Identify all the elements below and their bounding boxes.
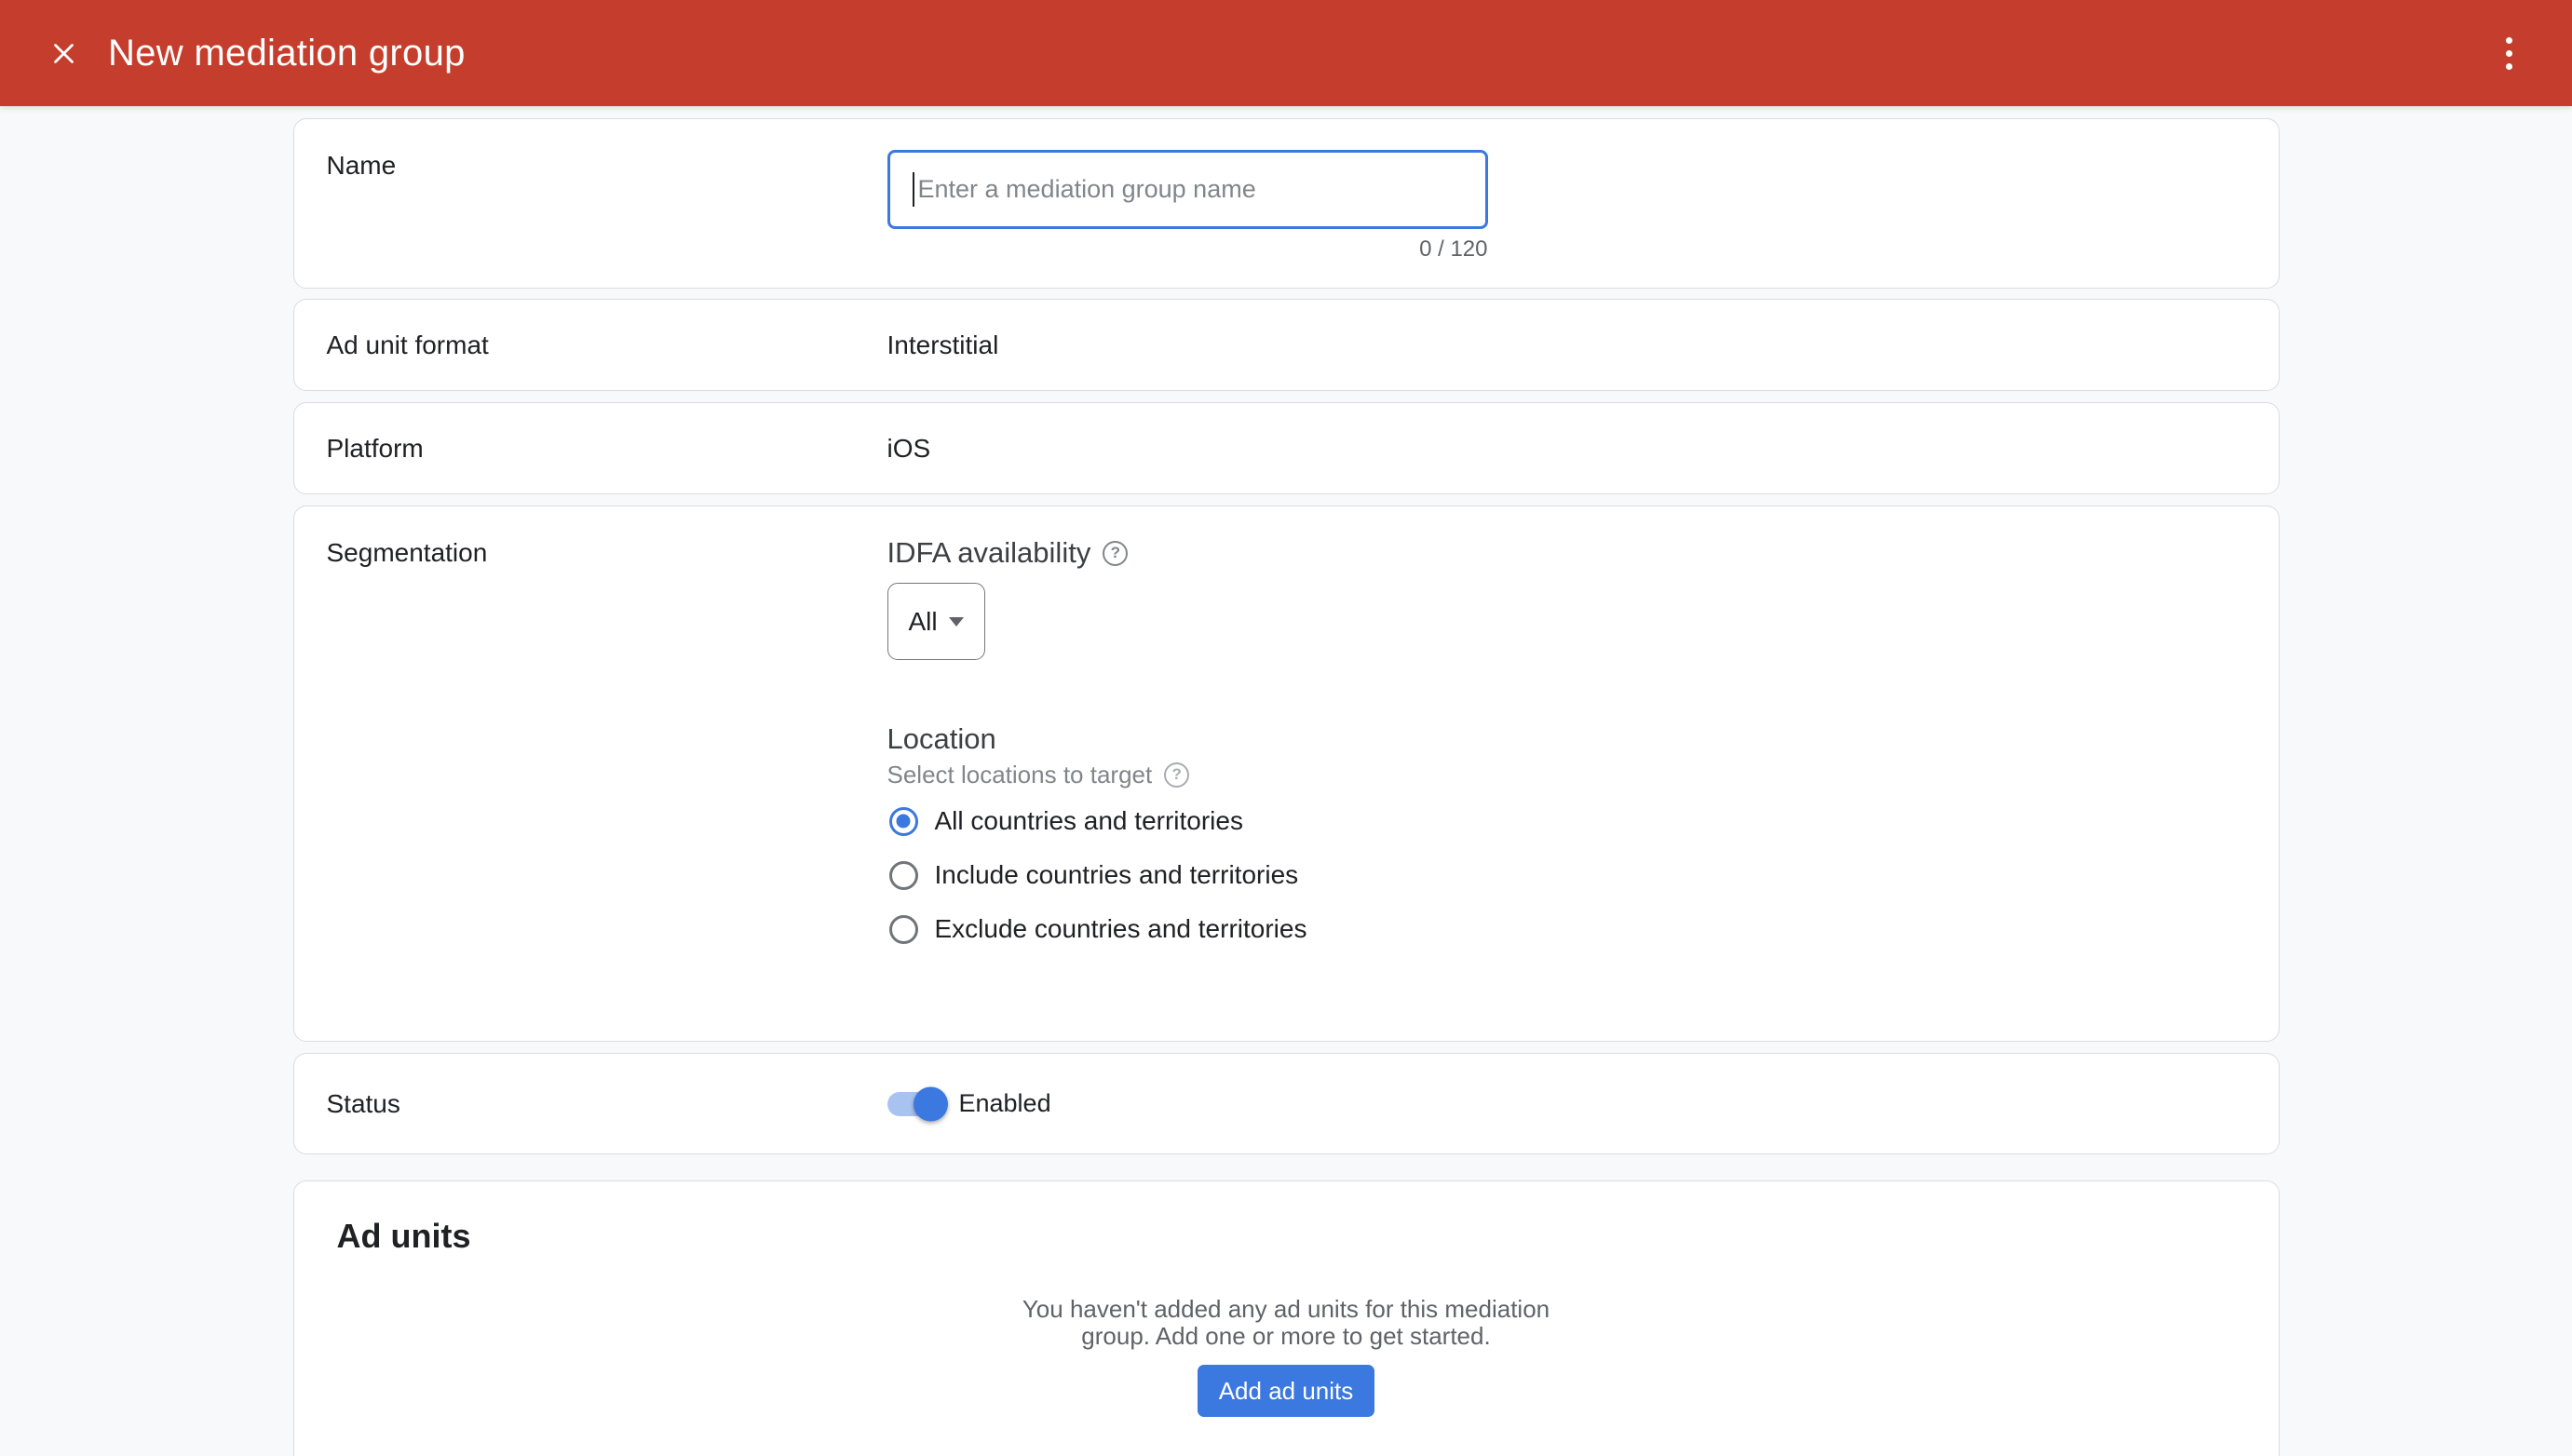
form-content: Name 0 / 120 Ad unit format Interstitial xyxy=(293,118,2280,1456)
add-ad-units-button[interactable]: Add ad units xyxy=(1198,1365,1375,1417)
radio-button-icon[interactable] xyxy=(889,807,918,836)
empty-state-line2: group. Add one or more to get started. xyxy=(337,1323,2236,1350)
platform-value: iOS xyxy=(887,434,2246,464)
radio-exclude-countries[interactable]: Exclude countries and territories xyxy=(889,909,2246,950)
status-toggle[interactable] xyxy=(887,1092,945,1116)
idfa-availability-select[interactable]: All xyxy=(887,583,985,660)
segmentation-card: Segmentation IDFA availability ? All Loc… xyxy=(293,506,2280,1042)
name-input-column: 0 / 120 xyxy=(887,119,1488,288)
kebab-dot xyxy=(2506,37,2512,44)
app-bar: New mediation group xyxy=(0,0,2572,106)
close-icon[interactable] xyxy=(45,34,82,72)
add-ad-units-row: Add ad units xyxy=(337,1365,2236,1417)
radio-all-countries[interactable]: All countries and territories xyxy=(889,801,2246,842)
kebab-dot xyxy=(2506,63,2512,70)
radio-include-countries[interactable]: Include countries and territories xyxy=(889,855,2246,896)
ad-unit-format-label: Ad unit format xyxy=(327,327,887,364)
location-radio-group: All countries and territories Include co… xyxy=(887,801,2246,950)
chevron-down-icon xyxy=(949,617,964,627)
location-subheading: Select locations to target ? xyxy=(887,761,2246,789)
char-counter: 0 / 120 xyxy=(887,236,1488,263)
name-input[interactable] xyxy=(887,150,1488,229)
page-title: New mediation group xyxy=(108,33,466,74)
idfa-help-icon[interactable]: ? xyxy=(1103,541,1128,566)
location-subheading-text: Select locations to target xyxy=(887,761,1153,789)
status-label: Status xyxy=(327,1085,887,1123)
status-card: Status Enabled xyxy=(293,1053,2280,1154)
idfa-selected-value: All xyxy=(908,607,937,637)
text-cursor xyxy=(913,172,914,207)
platform-card: Platform iOS xyxy=(293,402,2280,494)
segmentation-label: Segmentation xyxy=(327,506,887,1041)
radio-button-icon[interactable] xyxy=(889,861,918,890)
location-heading: Location xyxy=(887,721,2246,758)
ad-units-card: Ad units You haven't added any ad units … xyxy=(293,1180,2280,1456)
status-control: Enabled xyxy=(887,1089,2246,1118)
location-heading-text: Location xyxy=(887,721,996,758)
ad-unit-format-value: Interstitial xyxy=(887,330,2246,360)
ad-units-empty-state: You haven't added any ad units for this … xyxy=(337,1296,2236,1350)
kebab-dot xyxy=(2506,50,2512,57)
kebab-menu-icon[interactable] xyxy=(2490,31,2527,75)
segmentation-controls: IDFA availability ? All Location Select … xyxy=(887,506,2246,1041)
idfa-availability-heading: IDFA availability ? xyxy=(887,534,2246,572)
radio-include-countries-label: Include countries and territories xyxy=(935,860,1299,890)
toggle-knob[interactable] xyxy=(914,1086,948,1121)
radio-exclude-countries-label: Exclude countries and territories xyxy=(935,914,1307,944)
location-help-icon[interactable]: ? xyxy=(1164,762,1189,788)
radio-all-countries-label: All countries and territories xyxy=(935,806,1243,836)
status-value: Enabled xyxy=(959,1089,1051,1118)
idfa-availability-text: IDFA availability xyxy=(887,534,1091,572)
new-mediation-group-page: New mediation group Name 0 / 120 xyxy=(0,0,2572,1456)
empty-state-line1: You haven't added any ad units for this … xyxy=(337,1296,2236,1323)
ad-unit-format-card: Ad unit format Interstitial xyxy=(293,299,2280,391)
radio-button-icon[interactable] xyxy=(889,915,918,944)
ad-units-heading: Ad units xyxy=(337,1215,2236,1258)
close-x-glyph xyxy=(51,41,76,66)
name-card: Name 0 / 120 xyxy=(293,118,2280,289)
name-label: Name xyxy=(327,119,887,288)
platform-label: Platform xyxy=(327,430,887,467)
